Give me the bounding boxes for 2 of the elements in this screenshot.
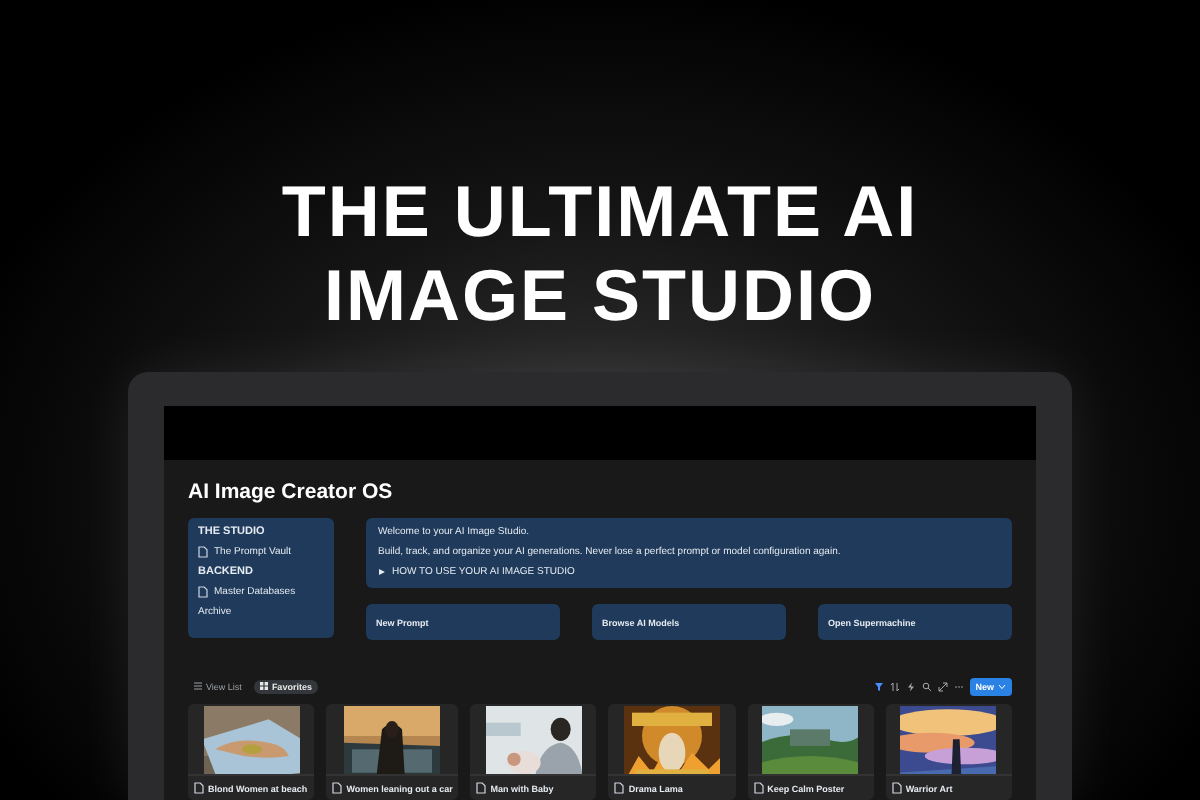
page-title: AI Image Creator OS [188,478,395,508]
headline: THE ULTIMATE AI IMAGE STUDIO [279,170,921,338]
